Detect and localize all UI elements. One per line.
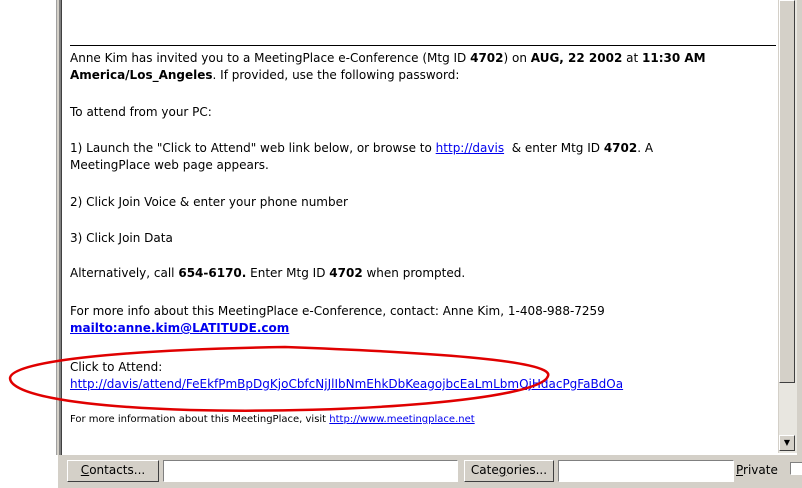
contact-text: For more info about this MeetingPlace e-… — [70, 304, 605, 318]
more-info-paragraph: For more information about this MeetingP… — [70, 413, 774, 427]
mtg-id: 4702 — [470, 51, 504, 65]
phone-number: 654-6170. — [178, 266, 247, 280]
contacts-field[interactable] — [163, 460, 458, 482]
click-to-attend-label: Click to Attend: — [70, 360, 163, 374]
contacts-button-label: Contacts... — [80, 463, 146, 477]
attend-url-link[interactable]: http://davis/attend/FeEkfPmBpDgKjoCbfcNj… — [70, 377, 623, 391]
message-body[interactable]: Anne Kim has invited you to a MeetingPla… — [64, 0, 777, 453]
scrollbar-thumb[interactable] — [779, 0, 795, 383]
step-text: & enter Mtg ID — [504, 141, 604, 155]
arrow-down-icon: ▼ — [783, 438, 791, 447]
meeting-date: AUG, 22 2002 — [530, 51, 623, 65]
step-1: 1) Launch the "Click to Attend" web link… — [70, 140, 774, 174]
window-left-frame — [0, 0, 62, 488]
davis-link[interactable]: http://davis — [436, 141, 504, 155]
attend-pc-heading: To attend from your PC: — [70, 105, 212, 119]
meeting-time: 11:30 AM — [642, 51, 706, 65]
invite-text: at — [622, 51, 642, 65]
step-2: 2) Click Join Voice & enter your phone n… — [70, 195, 348, 209]
mtg-id: 4702 — [603, 141, 638, 155]
categories-field[interactable] — [558, 460, 734, 482]
mtg-id: 4702 — [329, 266, 363, 280]
bottom-toolbar: Contacts... Categories... Private — [58, 455, 802, 488]
frame-edge — [61, 0, 62, 455]
window-right-frame — [797, 0, 802, 488]
more-info-text: For more information about this MeetingP… — [70, 414, 330, 425]
alternative-paragraph: Alternatively, call 654-6170. Enter Mtg … — [70, 265, 774, 282]
click-to-attend-paragraph: Click to Attend: http://davis/attend/FeE… — [70, 359, 774, 393]
scroll-down-button[interactable]: ▼ — [779, 435, 795, 451]
categories-button-label: Categories... — [470, 463, 548, 477]
invite-paragraph: Anne Kim has invited you to a MeetingPla… — [70, 50, 774, 84]
step-text: MeetingPlace web page appears. — [70, 158, 269, 172]
categories-button[interactable]: Categories... — [464, 460, 554, 482]
header-divider — [70, 45, 776, 46]
invite-text: . If provided, use the following passwor… — [212, 68, 460, 82]
meeting-timezone: America/Los_Angeles — [70, 68, 213, 82]
step-text: . A — [637, 141, 654, 155]
alt-text: Enter Mtg ID — [246, 266, 330, 280]
alt-text: Alternatively, call — [70, 266, 179, 280]
alt-text: when prompted. — [362, 266, 466, 280]
private-label: Private — [736, 463, 778, 477]
vertical-scrollbar[interactable]: ▼ — [778, 0, 797, 453]
contacts-button[interactable]: Contacts... — [67, 460, 159, 482]
step-3: 3) Click Join Data — [70, 231, 173, 245]
private-checkbox[interactable] — [790, 462, 802, 475]
step-text: 1) Launch the "Click to Attend" web link… — [70, 141, 436, 155]
mailto-link[interactable]: mailto:anne.kim@LATITUDE.com — [70, 321, 289, 335]
invite-text: Anne Kim has invited you to a MeetingPla… — [70, 51, 471, 65]
invite-text: ) on — [503, 51, 531, 65]
contact-paragraph: For more info about this MeetingPlace e-… — [70, 303, 774, 337]
meetingplace-link[interactable]: http://www.meetingplace.net — [329, 414, 474, 425]
